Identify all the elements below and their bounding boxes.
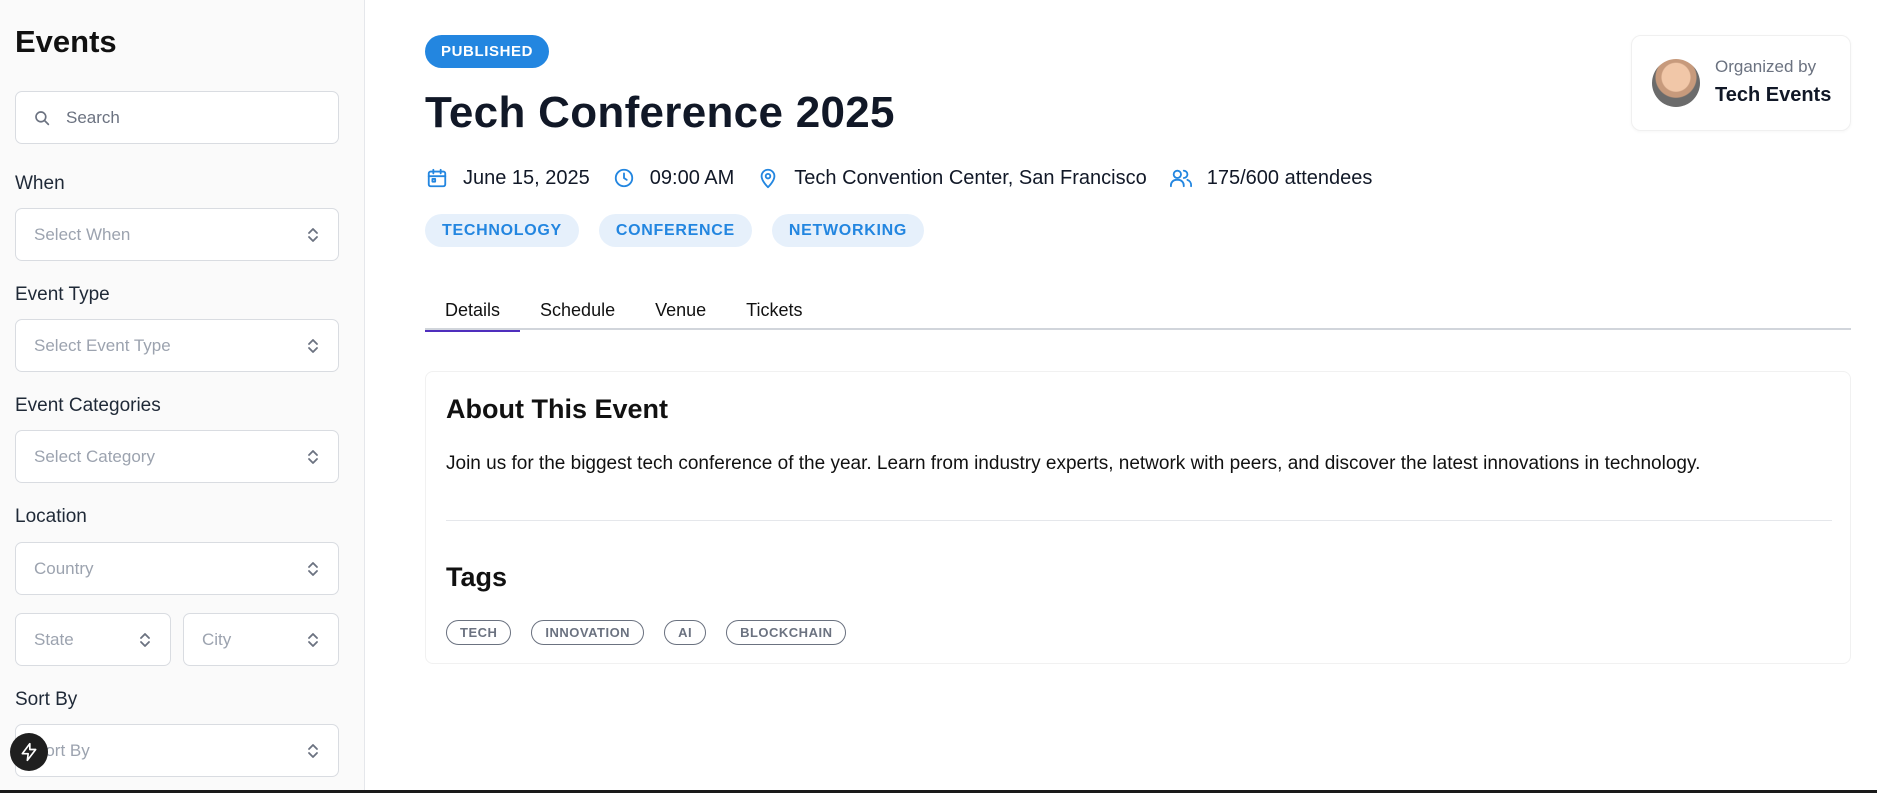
calendar-icon: [425, 166, 449, 190]
tag-chip: INNOVATION: [531, 620, 645, 645]
state-select[interactable]: State: [15, 613, 171, 666]
country-select[interactable]: Country: [15, 542, 339, 595]
event-time: 09:00 AM: [612, 166, 735, 190]
organizer-avatar: [1652, 59, 1700, 107]
chevron-updown-icon: [138, 630, 152, 650]
when-select[interactable]: Select When: [15, 208, 339, 261]
organizer-name: Tech Events: [1715, 84, 1832, 106]
event-attendees: 175/600 attendees: [1169, 166, 1373, 190]
tag-list: TECH INNOVATION AI BLOCKCHAIN: [446, 620, 866, 645]
sort-by-label: Sort By: [15, 689, 78, 710]
category-chip: TECHNOLOGY: [425, 214, 579, 247]
tag-chip: AI: [664, 620, 707, 645]
tab-tickets[interactable]: Tickets: [726, 290, 822, 330]
event-date-text: June 15, 2025: [463, 166, 590, 189]
city-select-placeholder: City: [202, 629, 232, 649]
organizer-label: Organized by: [1715, 57, 1817, 76]
dev-tools-button[interactable]: [10, 733, 48, 771]
tags-title: Tags: [446, 562, 508, 592]
chevron-updown-icon: [306, 559, 320, 579]
users-icon: [1169, 166, 1193, 190]
map-pin-icon: [756, 166, 780, 190]
tag-chip: BLOCKCHAIN: [726, 620, 847, 645]
section-divider: [446, 520, 1832, 521]
sidebar-title: Events: [15, 24, 117, 59]
status-badge: PUBLISHED: [425, 35, 550, 68]
event-time-text: 09:00 AM: [649, 166, 735, 189]
category-chips: TECHNOLOGY CONFERENCE NETWORKING: [425, 214, 944, 247]
chevron-updown-icon: [306, 741, 320, 761]
tab-venue[interactable]: Venue: [635, 290, 726, 330]
categories-label: Event Categories: [15, 395, 161, 416]
when-label: When: [15, 173, 65, 194]
search-box[interactable]: [15, 91, 339, 144]
search-icon: [32, 108, 52, 128]
sort-by-select[interactable]: Sort By: [15, 724, 339, 777]
chevron-updown-icon: [306, 225, 320, 245]
about-description: Join us for the biggest tech conference …: [446, 453, 1701, 474]
category-chip: CONFERENCE: [598, 214, 752, 247]
country-select-placeholder: Country: [34, 558, 94, 578]
tab-details[interactable]: Details: [425, 290, 521, 332]
chevron-updown-icon: [306, 447, 320, 467]
organizer-card: Organized by Tech Events: [1631, 35, 1851, 131]
category-select-placeholder: Select Category: [34, 446, 155, 466]
event-tabs: Details Schedule Venue Tickets: [425, 290, 1851, 332]
chevron-updown-icon: [306, 630, 320, 650]
search-input[interactable]: [66, 107, 320, 128]
location-label: Location: [15, 506, 87, 527]
event-venue: Tech Convention Center, San Francisco: [756, 166, 1147, 190]
bolt-icon: [19, 742, 39, 762]
event-type-label: Event Type: [15, 284, 110, 305]
about-title: About This Event: [446, 394, 668, 424]
category-chip: NETWORKING: [771, 214, 925, 247]
city-select[interactable]: City: [183, 613, 339, 666]
event-title: Tech Conference 2025: [425, 88, 895, 137]
tag-chip: TECH: [446, 620, 512, 645]
sort-by-select-placeholder: Sort By: [34, 740, 90, 760]
event-type-select-placeholder: Select Event Type: [34, 335, 171, 355]
event-venue-text: Tech Convention Center, San Francisco: [794, 166, 1147, 189]
when-select-placeholder: Select When: [34, 224, 131, 244]
filter-sidebar: Events When Select When Event Type Selec…: [0, 0, 365, 790]
event-meta: June 15, 2025 09:00 AM Tech Convention C…: [425, 164, 1394, 192]
category-select[interactable]: Select Category: [15, 430, 339, 483]
event-attendees-text: 175/600 attendees: [1206, 166, 1373, 189]
details-card: About This Event Join us for the biggest…: [425, 371, 1851, 664]
chevron-updown-icon: [306, 336, 320, 356]
event-date: June 15, 2025: [425, 166, 590, 190]
tab-schedule[interactable]: Schedule: [520, 290, 635, 330]
event-type-select[interactable]: Select Event Type: [15, 319, 339, 372]
clock-icon: [612, 166, 636, 190]
state-select-placeholder: State: [34, 629, 74, 649]
